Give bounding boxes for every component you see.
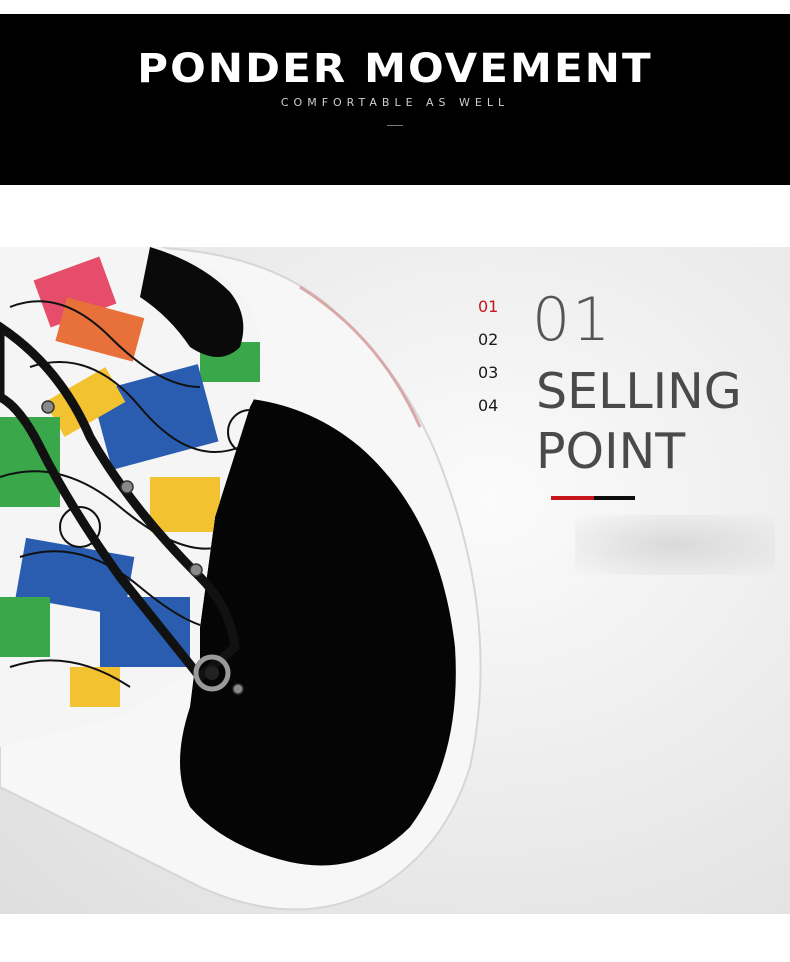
- step-item-04[interactable]: 04: [478, 394, 498, 427]
- product-stage: 01 02 03 04 01 SELLING POINT: [0, 247, 790, 914]
- feature-number: 01: [532, 285, 613, 355]
- header-banner: PONDER MOVEMENT COMFORTABLE AS WELL: [0, 14, 790, 185]
- eyelet-center: [205, 666, 219, 680]
- step-item-02[interactable]: 02: [478, 328, 498, 361]
- step-list: 01 02 03 04: [478, 295, 498, 427]
- reflection-shadow: [575, 515, 775, 575]
- rivet: [232, 683, 244, 695]
- rivet: [120, 480, 134, 494]
- step-item-03[interactable]: 03: [478, 361, 498, 394]
- rivet: [189, 563, 203, 577]
- accent-bar-red: [551, 496, 594, 500]
- banner-subtitle: COMFORTABLE AS WELL: [280, 96, 510, 109]
- feature-heading-line1: SELLING: [536, 363, 742, 420]
- subtitle-divider: [387, 125, 403, 126]
- step-item-01[interactable]: 01: [478, 295, 498, 328]
- shoe-image: [0, 247, 482, 911]
- accent-bar-black: [594, 496, 635, 500]
- feature-heading-line2: POINT: [536, 423, 686, 480]
- rivet: [41, 400, 55, 414]
- banner-title: PONDER MOVEMENT: [137, 46, 653, 92]
